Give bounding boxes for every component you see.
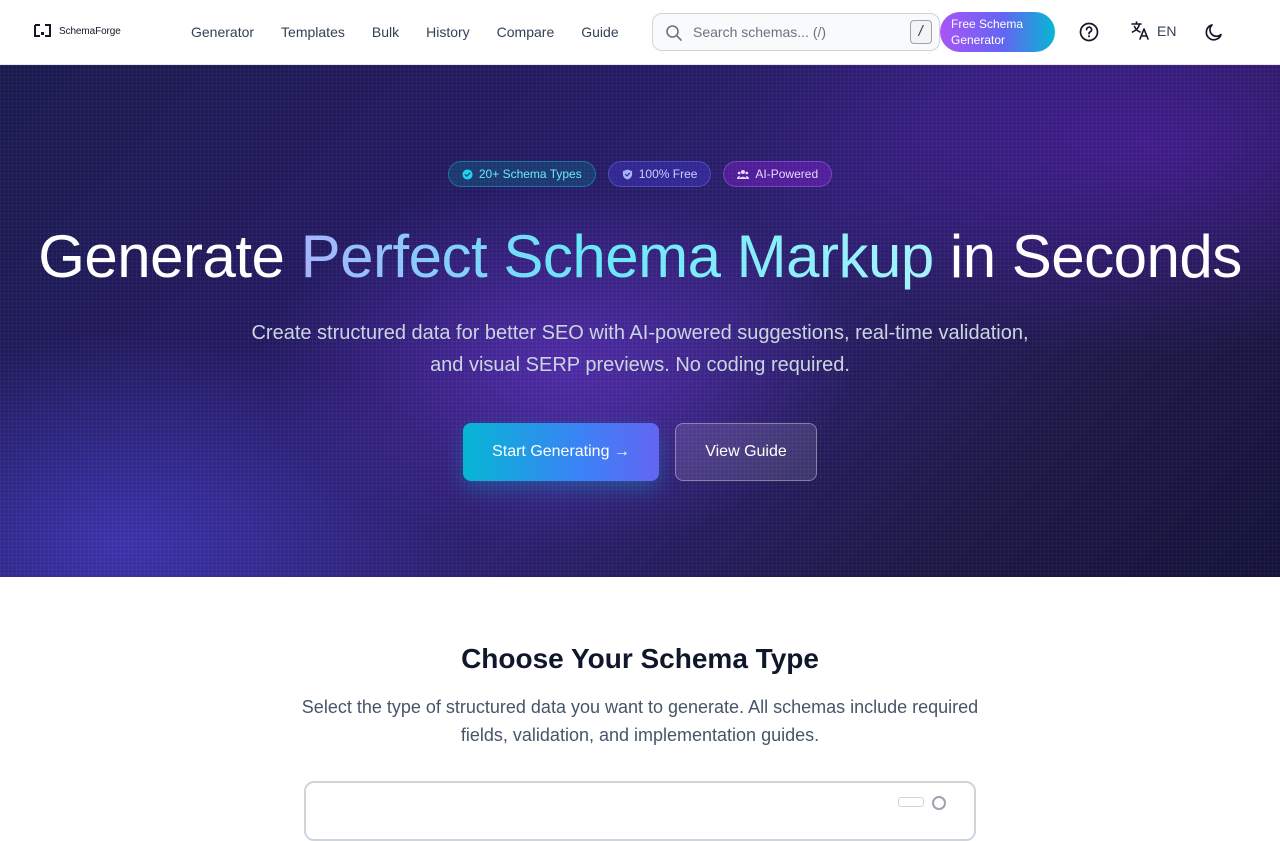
hero-title-end: in Seconds: [949, 223, 1242, 290]
badge-schema-types: 20+ Schema Types: [447, 161, 596, 187]
badge-label: 20+ Schema Types: [478, 167, 582, 181]
nav-templates[interactable]: Templates: [281, 22, 345, 42]
nav-generator[interactable]: Generator: [191, 22, 254, 42]
main-nav: Generator Templates Bulk History Compare…: [191, 22, 646, 42]
section-subtitle: Select the type of structured data you w…: [301, 697, 979, 745]
logo-icon: [34, 24, 51, 37]
panel-loading-icon: [932, 796, 946, 810]
hero-subtitle: Create structured data for better SEO wi…: [251, 322, 1029, 376]
badge-label: AI-Powered: [755, 167, 819, 181]
section-title: Choose Your Schema Type: [461, 643, 819, 674]
help-icon: [1079, 22, 1099, 42]
start-generating-button[interactable]: Start Generating →: [463, 423, 659, 481]
translate-icon: [1131, 21, 1149, 40]
hero-title-start: Generate: [38, 223, 285, 290]
hero-title: Generate Perfect Schema Markup in Second…: [0, 223, 1280, 291]
badge-ai-powered: AI-Powered: [723, 161, 833, 187]
check-circle-icon: [462, 168, 473, 180]
search-box: /: [652, 13, 940, 51]
nav-compare[interactable]: Compare: [497, 22, 555, 42]
search-icon: [666, 25, 682, 41]
hero-title-highlight: Perfect Schema Markup: [300, 223, 935, 290]
badge-free: 100% Free: [607, 161, 712, 187]
search-input[interactable]: [693, 22, 903, 42]
hero-badges: 20+ Schema Types 100% Free AI-Powered: [0, 161, 1280, 187]
search-shortcut-key: /: [910, 20, 932, 44]
nav-guide[interactable]: Guide: [581, 22, 618, 42]
nav-bulk[interactable]: Bulk: [372, 22, 399, 42]
shield-check-icon: [622, 168, 632, 180]
language-switcher[interactable]: EN: [1130, 20, 1176, 41]
top-header: SchemaForge Generator Templates Bulk His…: [0, 0, 1280, 65]
language-label: EN: [1157, 22, 1177, 39]
help-button[interactable]: [1077, 20, 1101, 44]
panel-control[interactable]: [898, 797, 924, 807]
logo[interactable]: SchemaForge: [34, 24, 121, 37]
hero-section: 20+ Schema Types 100% Free AI-Powered Ge…: [0, 65, 1280, 577]
nav-history[interactable]: History: [426, 22, 470, 42]
moon-icon: [1205, 24, 1222, 41]
logo-text: SchemaForge: [59, 26, 121, 37]
users-icon: [737, 169, 750, 179]
theme-toggle-button[interactable]: [1202, 20, 1226, 44]
free-schema-generator-button[interactable]: Free Schema Generator: [940, 12, 1055, 52]
view-guide-button[interactable]: View Guide: [675, 423, 817, 481]
schema-type-panel: [304, 781, 976, 841]
badge-label: 100% Free: [638, 167, 698, 181]
